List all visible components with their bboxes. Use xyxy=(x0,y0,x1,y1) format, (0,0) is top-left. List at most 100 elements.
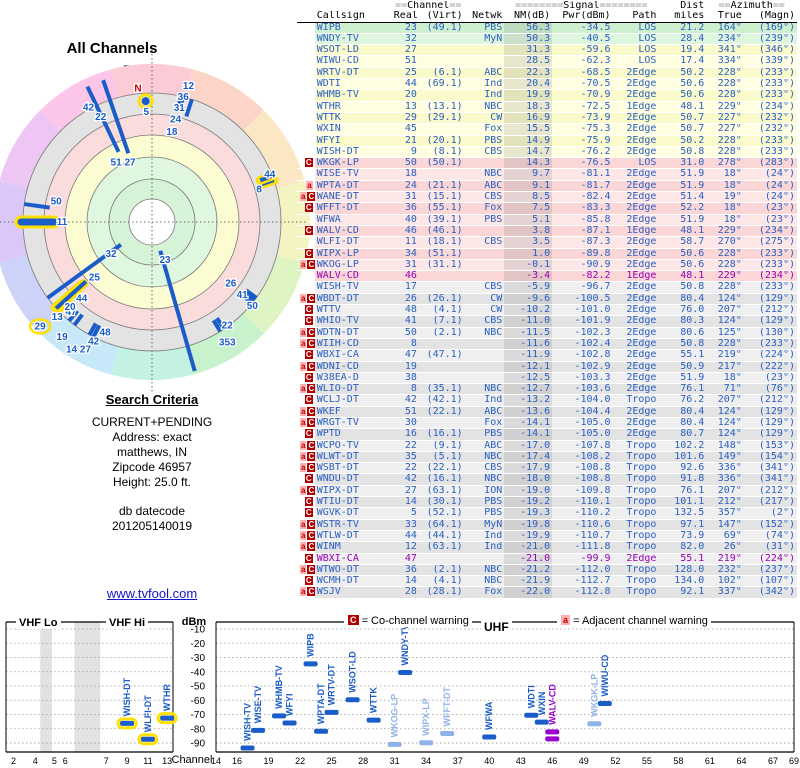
path-cell: Tropo xyxy=(612,541,659,554)
virtual-channel-cell: (31.1) xyxy=(418,259,465,272)
nm-db-cell: -10.2 xyxy=(504,304,553,317)
distance-cell: 82.0 xyxy=(658,541,707,554)
distance-cell: 50.8 xyxy=(658,146,707,159)
distance-cell: 50.8 xyxy=(658,338,707,351)
callsign-cell: WCMH-DT xyxy=(314,575,392,588)
power-dbm-cell: -110.1 xyxy=(552,496,613,509)
azimuth-magnetic-cell: (233°) xyxy=(743,248,797,260)
station-row: WLFI-DT 11 (18.1) CBS 3.5 -87.3 2Edge 58.7 270°(… xyxy=(297,236,797,249)
svg-text:40: 40 xyxy=(484,756,494,766)
azimuth-magnetic-cell: (237°) xyxy=(743,564,797,577)
station-row: a C WIIH-CD 8 -11.6 -102.4 2Edge 50.8 228° (233°) xyxy=(297,338,797,351)
criteria-mode: CURRENT+PENDING xyxy=(91,415,213,429)
virtual-channel-cell: (52.1) xyxy=(418,507,465,520)
virtual-channel-cell: (22.1) xyxy=(418,406,465,418)
callsign-cell: WRTV-DT xyxy=(314,67,392,80)
azimuth-magnetic-cell: (212°) xyxy=(743,394,797,407)
warning-markers xyxy=(297,78,315,91)
svg-text:34: 34 xyxy=(421,756,431,766)
station-row: WFYI 21 (20.1) PBS 14.9 -75.9 2Edge 50.2 228° (23… xyxy=(297,135,797,147)
virtual-channel-cell: (28.1) xyxy=(418,586,465,599)
distance-cell: 73.9 xyxy=(658,530,707,543)
co-channel-warning-icon: C xyxy=(307,519,315,529)
svg-text:12: 12 xyxy=(183,81,195,92)
azimuth-true-cell: 18° xyxy=(706,202,744,215)
tvfool-link[interactable]: www.tvfool.com xyxy=(0,586,304,601)
warning-markers: aC xyxy=(297,327,315,339)
svg-text:23: 23 xyxy=(159,255,171,266)
power-dbm-cell: -76.5 xyxy=(552,157,613,170)
co-channel-warning-icon: C xyxy=(307,463,315,473)
network-cell: PBS xyxy=(464,22,505,34)
network-cell: PBS xyxy=(464,135,505,147)
power-dbm-cell: -76.2 xyxy=(552,146,613,159)
co-channel-warning-icon: C xyxy=(307,259,315,269)
callsign-cell: WIPX-DT xyxy=(314,485,392,498)
distance-cell: 50.2 xyxy=(658,67,707,80)
azimuth-magnetic-cell: (129°) xyxy=(743,428,797,441)
path-cell: Tropo xyxy=(612,394,659,407)
real-channel-cell: 26 xyxy=(391,293,419,306)
azimuth-true-cell: 219° xyxy=(706,349,744,362)
power-dbm-cell: -104.4 xyxy=(552,406,613,418)
svg-text:5: 5 xyxy=(143,107,149,118)
svg-text:64: 64 xyxy=(736,756,746,766)
station-row: C WIPX-LP 34 (51.1) 1.0 -89.8 2Edge 50.6 228° (23… xyxy=(297,248,797,260)
path-cell: LOS xyxy=(612,55,659,68)
warning-markers xyxy=(297,281,315,294)
network-cell: Ind xyxy=(464,541,505,554)
virtual-channel-cell: (8.1) xyxy=(418,146,465,159)
uhf-label: UHF xyxy=(481,620,512,634)
adjacent-channel-warning-icon: a xyxy=(306,180,313,190)
station-row: C WBXI-CA 47 -21.0 -99.9 2Edge 55.1 219° (224°) xyxy=(297,553,797,565)
svg-text:49: 49 xyxy=(579,756,589,766)
azimuth-true-cell: 26° xyxy=(706,541,744,554)
callsign-cell: WDTI xyxy=(314,78,392,91)
svg-text:61: 61 xyxy=(705,756,715,766)
azimuth-true-cell: 229° xyxy=(706,270,744,283)
azimuth-magnetic-cell: (234°) xyxy=(743,270,797,283)
warning-markers xyxy=(297,33,315,46)
real-channel-cell: 42 xyxy=(391,473,419,486)
virtual-channel-cell: (47.1) xyxy=(418,349,465,362)
warning-markers: C xyxy=(297,315,315,328)
co-channel-warning-icon: C xyxy=(307,293,315,303)
svg-text:19: 19 xyxy=(57,332,69,343)
nm-db-cell: -17.4 xyxy=(504,451,553,464)
nm-db-cell: -9.6 xyxy=(504,293,553,306)
callsign-cell: WFFT-DT xyxy=(314,202,392,215)
svg-text:25: 25 xyxy=(327,756,337,766)
nm-db-cell: 7.5 xyxy=(504,202,553,215)
warning-markers: C xyxy=(297,428,315,441)
column-header: Path xyxy=(612,11,659,23)
power-dbm-cell: -100.5 xyxy=(552,293,613,306)
warning-markers: C xyxy=(297,225,315,238)
path-cell: 2Edge xyxy=(612,428,659,441)
svg-text:WKGK-LP: WKGK-LP xyxy=(589,674,599,717)
station-row: C WKGK-LP 50 (50.1) 14.3 -76.5 LOS 31.0 278° (283… xyxy=(297,157,797,170)
azimuth-true-cell: 228° xyxy=(706,281,744,294)
warning-markers: C xyxy=(297,553,315,565)
warning-markers: C xyxy=(297,248,315,260)
real-channel-cell: 36 xyxy=(391,202,419,215)
distance-cell: 92.6 xyxy=(658,462,707,475)
station-row: C WPTD 16 (16.1) PBS -14.1 -105.0 2Edge 80.7 124°… xyxy=(297,428,797,441)
station-row: C WFFT-DT 36 (55.1) Fox 7.5 -83.3 2Edge 52.2 18°(… xyxy=(297,202,797,215)
azimuth-magnetic-cell: (24°) xyxy=(743,191,797,204)
real-channel-cell: 25 xyxy=(391,67,419,80)
adjacent-channel-warning-icon: a xyxy=(300,327,307,337)
azimuth-true-cell: 337° xyxy=(706,586,744,599)
network-cell: NBC xyxy=(464,327,505,339)
power-dbm-cell: -82.4 xyxy=(552,191,613,204)
virtual-channel-cell: (39.1) xyxy=(418,214,465,226)
real-channel-cell: 51 xyxy=(391,406,419,418)
co-channel-warning-icon: C xyxy=(304,158,313,168)
svg-text:5: 5 xyxy=(52,756,57,766)
nm-db-cell: -12.7 xyxy=(504,383,553,396)
path-cell: LOS xyxy=(612,44,659,57)
station-row: C WTTV 48 (4.1) CW -10.2 -101.0 2Edge 76.0 207° (2… xyxy=(297,304,797,317)
power-dbm-cell: -83.3 xyxy=(552,202,613,215)
svg-text:19: 19 xyxy=(264,756,274,766)
azimuth-magnetic-cell: (169°) xyxy=(743,22,797,34)
azimuth-magnetic-cell: (152°) xyxy=(743,519,797,531)
